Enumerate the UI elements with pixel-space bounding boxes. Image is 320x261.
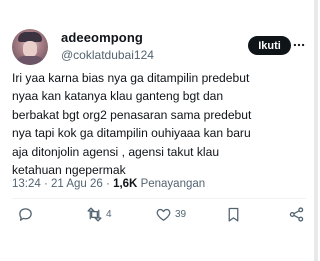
views-label: Penayangan [140,178,206,190]
like-button[interactable]: 39 [155,202,186,226]
tweet-date[interactable]: 21 Agu 26 [51,178,103,190]
meta-separator: · [43,178,52,190]
divider [12,198,306,199]
more-options-icon[interactable] [292,38,306,52]
like-count: 39 [175,208,187,220]
reply-button[interactable] [17,202,34,226]
retweet-count: 4 [106,208,112,220]
views-count[interactable]: 1,6K [113,178,137,190]
retweet-icon [87,206,102,222]
tweet-meta: 13:24 · 21 Agu 26 · 1,6K Penayangan [12,178,205,190]
share-icon [289,206,304,222]
author-handle[interactable]: @coklatdubai124 [61,48,154,62]
follow-button[interactable]: Ikuti [248,36,291,55]
bookmark-icon [228,207,239,222]
reply-icon [19,207,32,221]
heart-icon [156,208,171,221]
bookmark-button[interactable] [225,202,242,226]
meta-separator: · [106,178,114,190]
action-bar: 4 39 [0,202,318,226]
retweet-button[interactable]: 4 [86,202,112,226]
avatar[interactable] [12,29,48,65]
share-button[interactable] [288,202,305,226]
tweet-text: Iri yaa karna bias nya ga ditampilin pre… [12,71,252,178]
tweet-time[interactable]: 13:24 [12,178,41,190]
author-display-name[interactable]: adeeompong [61,30,143,45]
